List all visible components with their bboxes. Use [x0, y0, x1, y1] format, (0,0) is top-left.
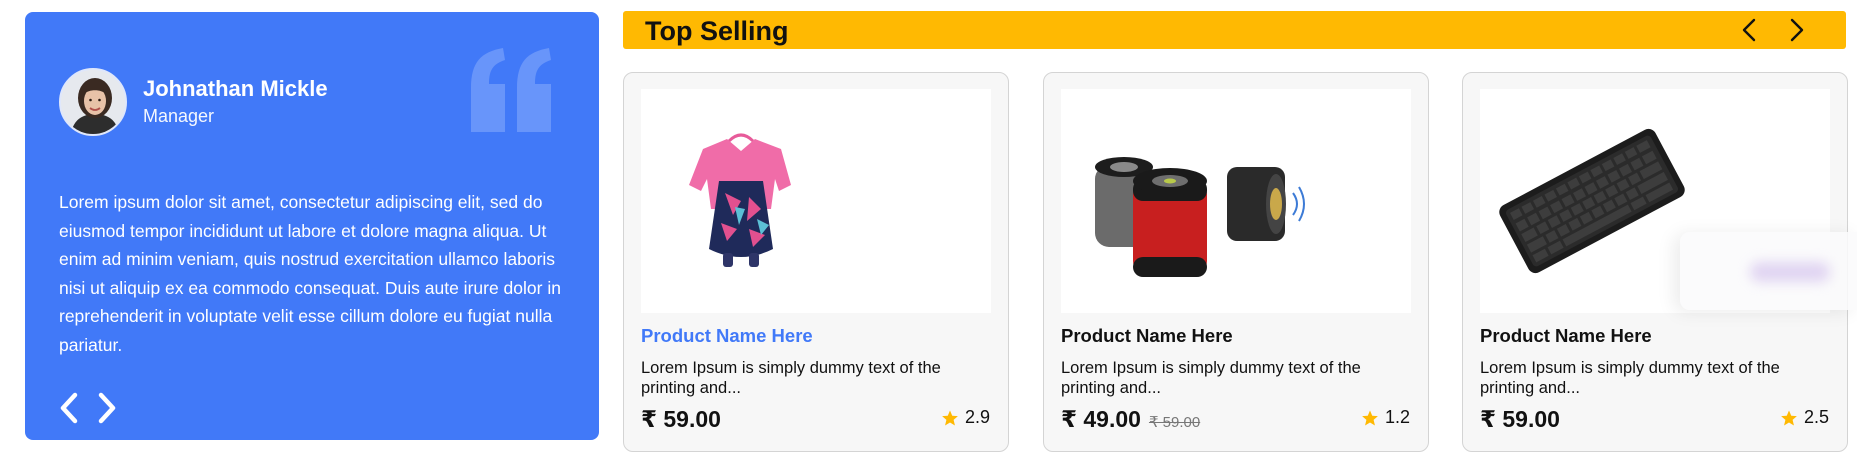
testimonial-name: Johnathan Mickle: [143, 76, 328, 101]
section-title: Top Selling: [645, 16, 789, 46]
chevron-left-icon: [1742, 18, 1756, 42]
rating-value: 2.5: [1803, 407, 1829, 427]
product-description: Lorem Ipsum is simply dummy text of the …: [1480, 359, 1780, 397]
testimonial-role: Manager: [143, 106, 215, 126]
product-rating: 1.2: [1361, 407, 1410, 428]
speakers-image: [1061, 89, 1411, 313]
product-rating: 2.9: [941, 407, 990, 428]
avatar-image: [61, 70, 125, 134]
star-icon: [1781, 410, 1797, 425]
chevron-right-icon: [1790, 18, 1804, 42]
top-selling-next-button[interactable]: [1784, 17, 1810, 43]
testimonial-text: Lorem ipsum dolor sit amet, consectetur …: [59, 192, 561, 355]
dress-image: [641, 89, 991, 313]
top-selling-nav: [1736, 17, 1810, 43]
rating-value: 1.2: [1384, 407, 1410, 427]
chevron-left-icon: [60, 392, 78, 424]
testimonial-next-button[interactable]: [93, 390, 121, 426]
product-price: ₹ 59.00: [1480, 406, 1560, 433]
testimonial-prev-button[interactable]: [55, 390, 83, 426]
product-price: ₹ 59.00: [641, 406, 721, 433]
top-selling-header: Top Selling: [623, 11, 1846, 49]
rating-value: 2.9: [964, 407, 990, 427]
top-selling-prev-button[interactable]: [1736, 17, 1762, 43]
product-image[interactable]: [1061, 89, 1411, 313]
price-value: ₹ 59.00: [641, 406, 721, 432]
testimonial-card: Johnathan Mickle Manager Lorem ipsum dol…: [25, 12, 599, 440]
product-card[interactable]: Product Name Here Lorem Ipsum is simply …: [1043, 72, 1429, 452]
product-image[interactable]: [641, 89, 991, 313]
product-name[interactable]: Product Name Here: [1061, 325, 1233, 347]
product-description: Lorem Ipsum is simply dummy text of the …: [641, 359, 941, 397]
quote-icon: [471, 48, 551, 132]
product-name-link[interactable]: Product Name Here: [641, 325, 813, 347]
star-icon: [1362, 410, 1378, 425]
product-price: ₹ 49.00 ₹ 59.00: [1061, 406, 1200, 433]
price-value: ₹ 59.00: [1480, 406, 1560, 432]
testimonial-nav: [55, 390, 121, 426]
price-value: ₹ 49.00: [1061, 406, 1141, 432]
product-description: Lorem Ipsum is simply dummy text of the …: [1061, 359, 1361, 397]
product-name[interactable]: Product Name Here: [1480, 325, 1652, 347]
chevron-right-icon: [98, 392, 116, 424]
peek-image: [1750, 262, 1830, 282]
product-rating: 2.5: [1780, 407, 1829, 428]
avatar: [59, 68, 127, 136]
product-card[interactable]: Product Name Here Lorem Ipsum is simply …: [623, 72, 1009, 452]
star-icon: [942, 410, 958, 425]
next-card-peek[interactable]: [1680, 232, 1857, 310]
old-price: ₹ 59.00: [1148, 414, 1201, 431]
